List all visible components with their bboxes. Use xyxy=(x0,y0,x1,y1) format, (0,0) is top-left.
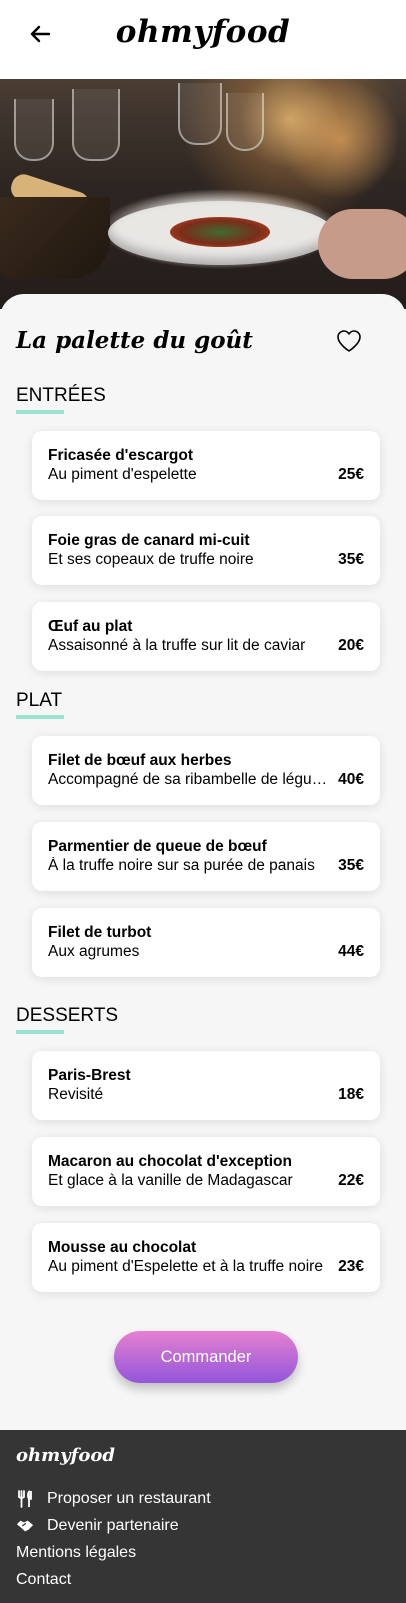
section-underline xyxy=(16,410,64,414)
footer-link-label: Devenir partenaire xyxy=(47,1517,179,1534)
section-title-desserts: DESSERTS xyxy=(16,1005,119,1026)
menu-item-description: Accompagné de sa ribambelle de légumes xyxy=(48,771,332,788)
menu-item-card[interactable]: Œuf au plat Assaisonné à la truffe sur l… xyxy=(32,602,380,671)
section-underline xyxy=(16,1030,64,1034)
menu-item-card[interactable]: Fricasée d'escargot Au piment d'espelett… xyxy=(32,431,380,500)
menu-item-name: Fricasée d'escargot xyxy=(48,447,193,464)
menu-item-name: Parmentier de queue de bœuf xyxy=(48,838,267,855)
menu-item-name: Filet de turbot xyxy=(48,924,152,941)
menu-item-price: 20€ xyxy=(338,637,364,654)
footer-link-legal-notice[interactable]: Mentions légales xyxy=(16,1544,136,1562)
menu-item-price: 22€ xyxy=(338,1172,364,1189)
footer-link-label: Mentions légales xyxy=(16,1544,137,1561)
menu-item-price: 35€ xyxy=(338,551,364,568)
menu-item-name: Foie gras de canard mi-cuit xyxy=(48,532,250,549)
menu-item-price: 18€ xyxy=(338,1086,364,1103)
menu-item-name: Œuf au plat xyxy=(48,618,133,635)
menu-item-card[interactable]: Parmentier de queue de bœuf À la truffe … xyxy=(32,822,380,891)
footer-link-label: Contact xyxy=(16,1571,72,1588)
section-title-plat: PLAT xyxy=(16,690,63,711)
footer-logo[interactable]: ohmyfood xyxy=(16,1445,115,1466)
footer: ohmyfood Proposer un restaurant Devenir … xyxy=(0,1430,406,1603)
menu-item-price: 23€ xyxy=(338,1258,364,1275)
footer-link-contact[interactable]: Contact xyxy=(16,1571,71,1589)
menu-item-description: Revisité xyxy=(48,1086,104,1103)
menu-item-card[interactable]: Macaron au chocolat d'exception Et glace… xyxy=(32,1137,380,1206)
footer-link-become-partner[interactable]: Devenir partenaire xyxy=(16,1517,179,1535)
menu-item-card[interactable]: Mousse au chocolat Au piment d'Espelette… xyxy=(32,1223,380,1292)
menu-item-description: Et ses copeaux de truffe noire xyxy=(48,551,254,568)
menu-item-description: Assaisonné à la truffe sur lit de caviar xyxy=(48,637,306,654)
menu-item-description: Aux agrumes xyxy=(48,943,140,960)
menu-item-name: Filet de bœuf aux herbes xyxy=(48,752,232,769)
menu-item-description: À la truffe noire sur sa purée de panais xyxy=(48,857,315,874)
menu-item-description: Et glace à la vanille de Madagascar xyxy=(48,1172,293,1189)
utensils-icon xyxy=(16,1490,34,1508)
order-button[interactable]: Commander xyxy=(114,1331,298,1383)
menu-item-card[interactable]: Paris-Brest Revisité 18€ xyxy=(32,1051,380,1120)
menu-item-description: Au piment d'espelette xyxy=(48,466,197,483)
app-logo[interactable]: ohmyfood xyxy=(0,14,406,50)
restaurant-hero-image xyxy=(0,79,406,309)
menu-item-name: Macaron au chocolat d'exception xyxy=(48,1153,292,1170)
menu-item-name: Paris-Brest xyxy=(48,1067,131,1084)
footer-link-label: Proposer un restaurant xyxy=(47,1490,211,1507)
restaurant-name: La palette du goût xyxy=(16,327,253,354)
menu-item-card[interactable]: Filet de turbot Aux agrumes 44€ xyxy=(32,908,380,977)
menu-item-card[interactable]: Foie gras de canard mi-cuit Et ses copea… xyxy=(32,516,380,585)
handshake-icon xyxy=(16,1517,34,1535)
menu-item-price: 40€ xyxy=(338,771,364,788)
footer-link-propose-restaurant[interactable]: Proposer un restaurant xyxy=(16,1490,211,1508)
menu-item-card[interactable]: Filet de bœuf aux herbes Accompagné de s… xyxy=(32,736,380,805)
favorite-button[interactable] xyxy=(336,329,364,355)
section-title-entrees: ENTRÉES xyxy=(16,385,106,406)
menu-item-price: 35€ xyxy=(338,857,364,874)
menu-item-description: Au piment d'Espelette et à la truffe noi… xyxy=(48,1258,323,1275)
heart-outline-icon xyxy=(337,330,361,352)
section-underline xyxy=(16,715,64,719)
menu-item-name: Mousse au chocolat xyxy=(48,1239,197,1256)
menu-item-price: 44€ xyxy=(338,943,364,960)
app-header: ohmyfood xyxy=(0,0,406,79)
menu-item-price: 25€ xyxy=(338,466,364,483)
